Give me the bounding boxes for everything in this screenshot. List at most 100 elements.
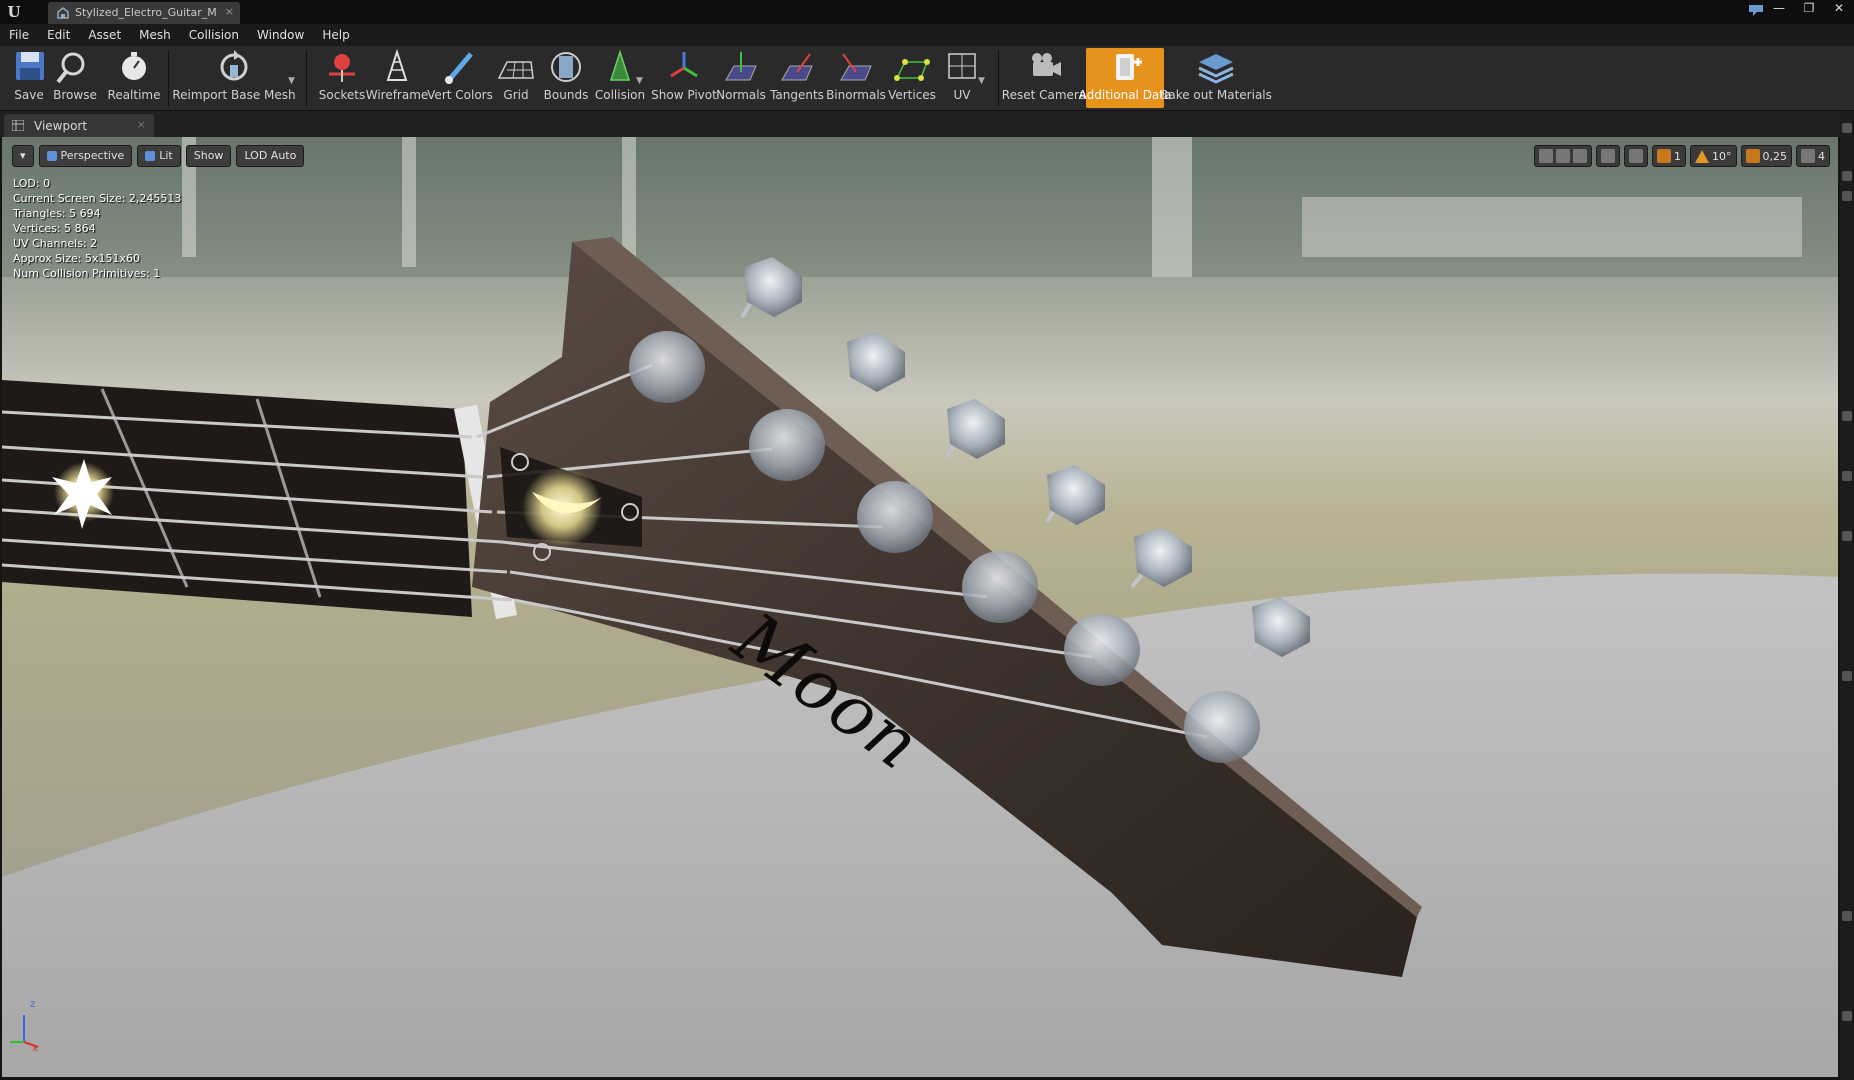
uv-icon — [948, 53, 976, 79]
close-window-button[interactable]: ✕ — [1824, 0, 1854, 18]
viewport-tab-label: Viewport — [34, 119, 88, 133]
tangents-icon — [781, 53, 813, 81]
minimize-button[interactable]: — — [1764, 0, 1794, 18]
transform-mode-group — [1534, 145, 1592, 167]
scale-snap-value[interactable]: 0,25 — [1763, 150, 1788, 163]
surface-snap-icon[interactable] — [1629, 149, 1643, 163]
wireframe-icon — [386, 48, 408, 81]
normals-icon — [725, 52, 757, 81]
camera-speed-group: 4 — [1796, 145, 1830, 167]
lit-button[interactable]: Lit — [137, 145, 181, 167]
reset-camera-icon — [1032, 53, 1061, 76]
viewport-options-button[interactable]: ▾ — [12, 145, 34, 167]
vertices-icon — [894, 59, 930, 81]
dock-handle[interactable] — [1842, 123, 1852, 133]
show-pivot-button[interactable]: Show Pivot — [651, 48, 717, 108]
reimport-base-mesh-button[interactable]: Reimport Base Mesh — [172, 48, 296, 108]
menu-collision[interactable]: Collision — [180, 24, 248, 46]
axis-x-label: x — [32, 1043, 38, 1054]
grid-icon — [497, 61, 534, 79]
scene-render — [2, 137, 1838, 1077]
wireframe-button[interactable]: Wireframe — [366, 48, 428, 108]
menu-help[interactable]: Help — [313, 24, 358, 46]
scale-snap-icon[interactable] — [1745, 149, 1760, 163]
reimport-dropdown-arrow[interactable]: ▼ — [288, 76, 295, 86]
realtime-icon — [122, 52, 146, 80]
translate-icon[interactable] — [1539, 149, 1553, 163]
grid-snap-group: 1 — [1652, 145, 1686, 167]
stat-uv-channels: UV Channels: 2 — [13, 237, 98, 250]
perspective-icon — [46, 151, 57, 161]
sockets-button[interactable]: Sockets — [319, 48, 365, 108]
grid-button[interactable]: Grid — [497, 48, 534, 108]
additional-data-button[interactable]: Additional Data — [1079, 48, 1171, 108]
realtime-button[interactable]: Realtime — [108, 48, 161, 108]
rotation-snap-icon[interactable] — [1695, 149, 1709, 163]
vert-colors-icon — [445, 52, 473, 84]
asset-tab-label: Stylized_Electro_Guitar_M — [75, 6, 217, 19]
toolbar-separator — [306, 50, 307, 106]
dock-handle[interactable] — [1842, 1011, 1852, 1021]
save-icon — [16, 52, 44, 80]
close-icon[interactable]: × — [137, 118, 146, 131]
binormals-icon — [840, 53, 872, 81]
world-space-icon[interactable] — [1601, 149, 1615, 163]
menu-asset[interactable]: Asset — [79, 24, 130, 46]
lod-auto-button[interactable]: LOD Auto — [236, 145, 305, 167]
dock-handle[interactable] — [1842, 191, 1852, 201]
menu-edit[interactable]: Edit — [38, 24, 79, 46]
collision-dropdown-arrow[interactable]: ▼ — [636, 76, 643, 86]
rotation-snap-group: 10° — [1690, 145, 1737, 167]
tangents-button[interactable]: Tangents — [770, 48, 824, 108]
stat-vertices: Vertices: 5 864 — [13, 222, 96, 235]
uv-dropdown-arrow[interactable]: ▼ — [978, 76, 985, 86]
feedback-icon[interactable] — [1748, 3, 1764, 17]
restore-button[interactable]: ❐ — [1794, 0, 1824, 18]
viewport-tab[interactable]: Viewport × — [4, 114, 154, 137]
stat-triangles: Triangles: 5 694 — [13, 207, 101, 220]
asset-tab[interactable]: Stylized_Electro_Guitar_M × — [48, 2, 240, 24]
reset-camera-button[interactable]: Reset Camera — [1002, 48, 1086, 108]
bounds-button[interactable]: Bounds — [544, 48, 588, 108]
perspective-button[interactable]: Perspective — [38, 145, 133, 167]
show-button[interactable]: Show — [185, 145, 232, 167]
dock-handle[interactable] — [1842, 171, 1852, 181]
rotate-icon[interactable] — [1556, 149, 1570, 163]
scale-icon[interactable] — [1573, 149, 1587, 163]
sockets-icon — [329, 54, 355, 82]
camera-speed-icon[interactable] — [1801, 149, 1815, 163]
viewport[interactable]: Moon ▾ Perspective Lit Show LOD Auto 1 1… — [2, 137, 1838, 1077]
vert-colors-button[interactable]: Vert Colors — [427, 48, 493, 108]
unreal-logo-icon[interactable]: U — [4, 2, 24, 22]
stat-collision-primitives: Num Collision Primitives: 1 — [13, 267, 161, 280]
browse-button[interactable]: Browse — [52, 48, 98, 108]
grid-snap-value[interactable]: 1 — [1674, 150, 1681, 163]
vertices-button[interactable]: Vertices — [888, 48, 936, 108]
title-bar: U Stylized_Electro_Guitar_M × — ❐ ✕ — [0, 0, 1854, 24]
binormals-button[interactable]: Binormals — [826, 48, 886, 108]
bake-out-materials-button[interactable]: Bake out Materials — [1160, 48, 1272, 108]
menu-file[interactable]: File — [0, 24, 38, 46]
stat-approx-size: Approx Size: 5x151x60 — [13, 252, 140, 265]
surface-snap-group — [1624, 145, 1648, 167]
menu-mesh[interactable]: Mesh — [130, 24, 180, 46]
dock-handle[interactable] — [1842, 911, 1852, 921]
mesh-stats-overlay: LOD: 0 Current Screen Size: 2,245513 Tri… — [13, 176, 181, 281]
viewport-tab-row: Viewport × — [0, 111, 1840, 137]
rotation-snap-value[interactable]: 10° — [1712, 150, 1732, 163]
camera-speed-value[interactable]: 4 — [1818, 150, 1825, 163]
grid-snap-icon[interactable] — [1657, 149, 1671, 163]
menu-window[interactable]: Window — [248, 24, 313, 46]
dock-handle[interactable] — [1842, 671, 1852, 681]
close-icon[interactable]: × — [225, 5, 234, 18]
static-mesh-icon — [57, 7, 69, 19]
stat-screen-size: Current Screen Size: 2,245513 — [13, 192, 182, 205]
save-button[interactable]: Save — [8, 48, 50, 108]
dock-handle[interactable] — [1842, 531, 1852, 541]
dock-handle[interactable] — [1842, 471, 1852, 481]
normals-button[interactable]: Normals — [716, 48, 766, 108]
toolbar: Save Browse Realtime Reimport Base Mesh … — [0, 46, 1854, 111]
uv-button[interactable]: UV — [942, 48, 982, 108]
dock-handle[interactable] — [1842, 411, 1852, 421]
toolbar-separator — [168, 50, 169, 106]
